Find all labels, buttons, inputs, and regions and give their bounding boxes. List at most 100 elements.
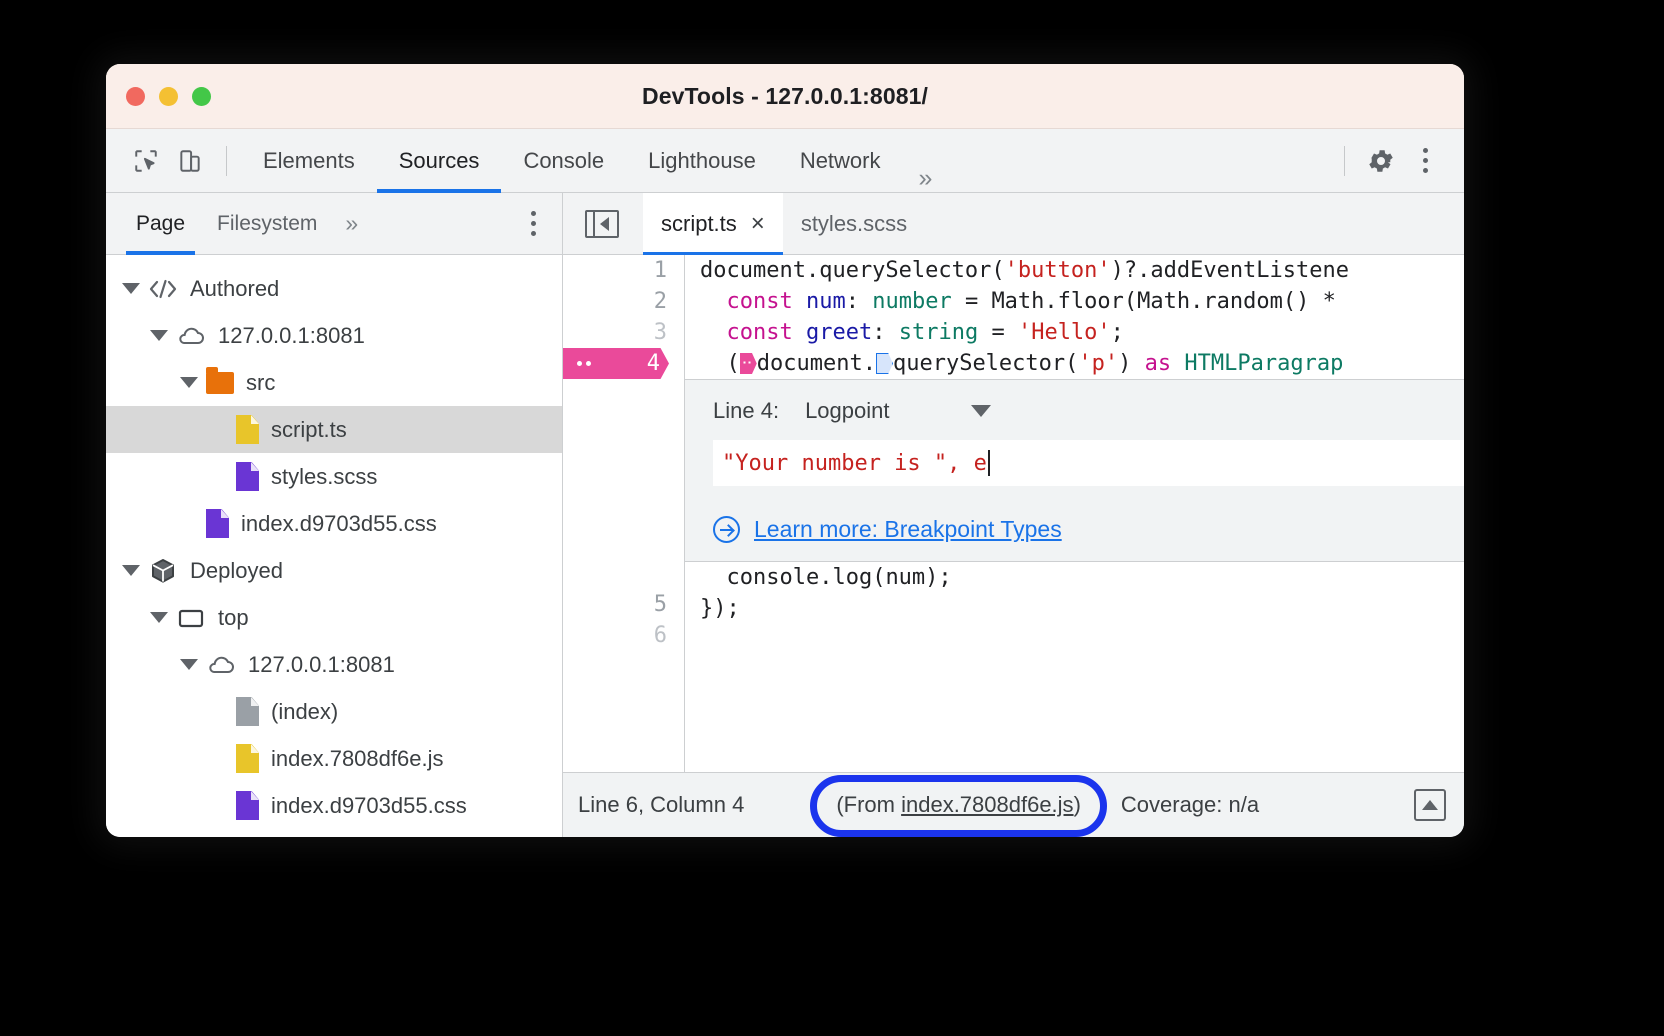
cursor-position-label: Line 6, Column 4 <box>563 792 744 818</box>
tree-item-label: src <box>246 370 275 396</box>
line-number[interactable]: 5 <box>563 589 684 620</box>
screenshot-stage: DevTools - 127.0.0.1:8081/ Elements Sour… <box>0 0 1664 1036</box>
nav-tab-page-label: Page <box>136 212 185 236</box>
editor-tab-styles-scss[interactable]: styles.scss <box>783 193 925 255</box>
code-token-keyword: as <box>1145 351 1172 376</box>
source-editor: script.ts × styles.scss 1 2 3 <box>563 193 1464 837</box>
file-yellow-icon <box>236 744 259 773</box>
line-number-gutter: 1 2 3 4 5 6 <box>563 255 685 772</box>
window-title: DevTools - 127.0.0.1:8081/ <box>106 83 1464 110</box>
chevron-down-icon[interactable] <box>971 405 991 417</box>
editor-tab-script-ts[interactable]: script.ts × <box>643 193 783 255</box>
editor-status-bar: Line 6, Column 4 (From index.7808df6e.js… <box>563 772 1464 837</box>
close-icon[interactable]: × <box>751 212 765 236</box>
code-line-3[interactable]: const greet: string = 'Hello'; <box>685 317 1464 348</box>
logpoint-expression-input[interactable]: "Your number is ", e <box>713 440 1464 486</box>
device-toolbar-icon[interactable] <box>168 139 212 183</box>
breakpoint-editor-popover: Line 4: Logpoint "Your number is ", e Le… <box>685 379 1464 562</box>
tree-item-index-js[interactable]: index.7808df6e.js <box>106 735 562 782</box>
tree-item-styles-scss[interactable]: styles.scss <box>106 453 562 500</box>
chevron-down-icon[interactable] <box>150 330 168 341</box>
code-token: }); <box>700 596 740 621</box>
tree-item-src-folder[interactable]: src <box>106 359 562 406</box>
tree-item-index-css-deployed[interactable]: index.d9703d55.css <box>106 782 562 829</box>
code-token-string: 'button' <box>1005 258 1111 283</box>
coverage-label: Coverage: n/a <box>1121 792 1259 818</box>
more-nav-tabs-icon[interactable]: » <box>333 210 370 237</box>
more-panels-icon[interactable]: » <box>903 164 949 193</box>
tree-item-index[interactable]: (index) <box>106 688 562 735</box>
source-origin-suffix: ) <box>1074 792 1081 817</box>
chevron-down-icon[interactable] <box>122 283 140 294</box>
line-number[interactable]: 2 <box>563 286 684 317</box>
chevron-down-icon[interactable] <box>122 565 140 576</box>
tree-item-label: styles.scss <box>271 464 377 490</box>
tab-console[interactable]: Console <box>501 129 626 193</box>
chevron-down-icon[interactable] <box>180 659 198 670</box>
code-token: document. <box>757 351 876 376</box>
tree-item-label: index.d9703d55.css <box>271 793 467 819</box>
tree-item-authored-host[interactable]: 127.0.0.1:8081 <box>106 312 562 359</box>
show-drawer-button[interactable] <box>1414 789 1464 821</box>
tree-item-deployed[interactable]: Deployed <box>106 547 562 594</box>
inline-logpoint-chip-icon[interactable] <box>740 353 757 374</box>
tree-item-authored[interactable]: Authored <box>106 265 562 312</box>
logpoint-marker[interactable]: 4 <box>563 348 684 379</box>
chevron-down-icon[interactable] <box>150 612 168 623</box>
tree-item-top-frame[interactable]: top <box>106 594 562 641</box>
file-yellow-icon <box>236 415 259 444</box>
inspect-element-icon[interactable] <box>124 139 168 183</box>
code-line-6[interactable]: }); <box>685 593 1464 624</box>
gutter-spacer <box>563 379 684 589</box>
line-number[interactable]: 3 <box>563 317 684 348</box>
tab-network[interactable]: Network <box>778 129 903 193</box>
line-number[interactable]: 1 <box>563 255 684 286</box>
file-gray-icon <box>236 697 259 726</box>
tab-lighthouse-label: Lighthouse <box>648 148 756 174</box>
breakpoint-editor-header: Line 4: Logpoint <box>685 390 1464 430</box>
code-line-4[interactable]: (document.querySelector('p') as HTMLPara… <box>685 348 1464 379</box>
code-token: = <box>978 320 1018 345</box>
code-brackets-icon <box>148 278 178 300</box>
source-origin-badge[interactable]: (From index.7808df6e.js) <box>820 784 1097 826</box>
gear-icon[interactable] <box>1359 139 1403 183</box>
line-number[interactable]: 6 <box>563 620 684 651</box>
kebab-menu-icon[interactable] <box>1403 148 1448 173</box>
tree-item-label: index.d9703d55.css <box>241 511 437 537</box>
navigator-kebab-menu-icon[interactable] <box>531 211 562 236</box>
code-token: : <box>872 320 899 345</box>
inline-breakpoint-chip-icon[interactable] <box>876 353 893 374</box>
devtools-window: DevTools - 127.0.0.1:8081/ Elements Sour… <box>106 64 1464 837</box>
code-token-variable: num <box>793 289 846 314</box>
code-viewport: 1 2 3 4 5 6 document.querySelecto <box>563 255 1464 772</box>
tab-network-label: Network <box>800 148 881 174</box>
nav-tab-filesystem[interactable]: Filesystem <box>201 193 333 255</box>
cube-icon <box>148 557 178 585</box>
tree-item-deployed-host[interactable]: 127.0.0.1:8081 <box>106 641 562 688</box>
code-line-2[interactable]: const num: number = Math.floor(Math.rand… <box>685 286 1464 317</box>
editor-tab-label: script.ts <box>661 211 737 237</box>
code-content[interactable]: document.querySelector('button')?.addEve… <box>685 255 1464 772</box>
tree-item-index-css-authored[interactable]: index.d9703d55.css <box>106 500 562 547</box>
code-line-1[interactable]: document.querySelector('button')?.addEve… <box>685 255 1464 286</box>
file-purple-icon <box>206 509 229 538</box>
line-number: 4 <box>647 351 660 376</box>
chevron-down-icon[interactable] <box>180 377 198 388</box>
source-origin-file-link[interactable]: index.7808df6e.js <box>901 792 1073 817</box>
code-line-5[interactable]: console.log(num); <box>685 562 1464 593</box>
tab-sources[interactable]: Sources <box>377 129 502 193</box>
code-token: ( <box>727 351 740 376</box>
code-token-string: 'Hello' <box>1018 320 1111 345</box>
toolbar-divider-right <box>1344 146 1345 176</box>
code-token-type: number <box>872 289 951 314</box>
breakpoint-type-select[interactable]: Logpoint <box>805 398 889 424</box>
tab-elements[interactable]: Elements <box>241 129 377 193</box>
file-purple-icon <box>236 462 259 491</box>
tree-item-script-ts[interactable]: script.ts <box>106 406 562 453</box>
learn-more-link[interactable]: Learn more: Breakpoint Types <box>685 486 1464 547</box>
nav-tab-page[interactable]: Page <box>120 193 201 255</box>
sources-body: Page Filesystem » Authored <box>106 193 1464 837</box>
tree-item-label: (index) <box>271 699 338 725</box>
collapse-sidebar-icon[interactable] <box>585 210 619 238</box>
tab-lighthouse[interactable]: Lighthouse <box>626 129 778 193</box>
